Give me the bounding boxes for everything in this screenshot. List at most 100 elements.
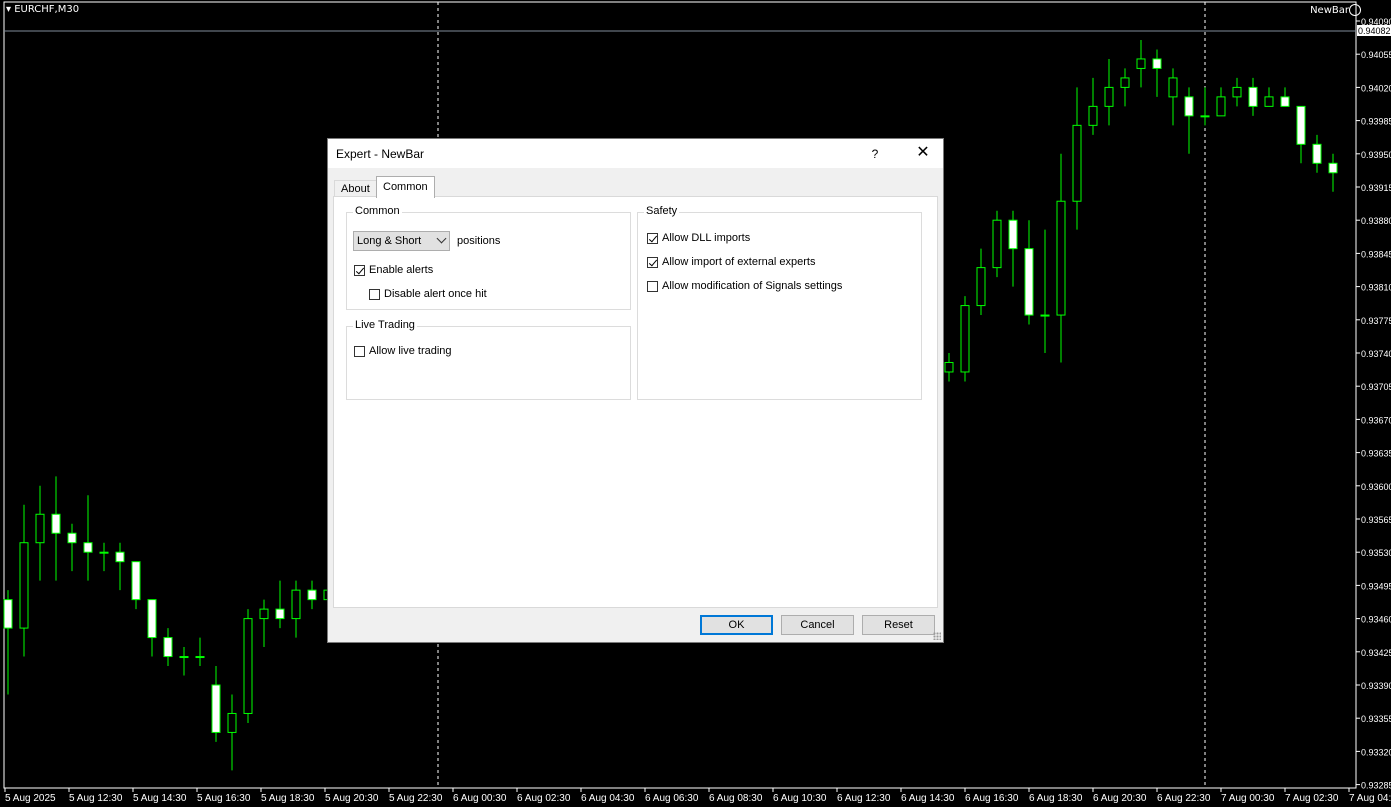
time-label: 5 Aug 14:30 (133, 793, 187, 804)
allow-live-trading-label[interactable]: Allow live trading (369, 345, 452, 357)
time-label: 5 Aug 22:30 (389, 793, 443, 804)
candle-body (1008, 219, 1018, 250)
resize-grip-icon[interactable] (933, 632, 941, 640)
candle-body (275, 608, 285, 620)
symbol-label[interactable]: ▾ EURCHF,M30 (6, 4, 79, 15)
candle-body (1184, 96, 1194, 117)
help-button[interactable]: ? (865, 145, 885, 163)
positions-label: positions (457, 235, 501, 247)
candle-body (1152, 58, 1162, 69)
time-label: 6 Aug 18:30 (1029, 793, 1083, 804)
time-label: 7 Aug 04:30 (1349, 793, 1391, 804)
time-label: 5 Aug 20:30 (325, 793, 379, 804)
price-label: 0.93915 (1361, 183, 1391, 193)
group-live-trading-title: Live Trading (353, 319, 417, 331)
close-button[interactable]: ✕ (913, 143, 933, 163)
candle-body (1168, 77, 1178, 98)
price-label: 0.93285 (1361, 781, 1391, 791)
price-label: 0.93320 (1361, 747, 1391, 757)
candle-body (163, 637, 173, 658)
price-label: 0.93425 (1361, 648, 1391, 658)
expert-status-icon[interactable] (1349, 4, 1361, 16)
candle-body (131, 561, 141, 601)
candle-body (1024, 248, 1034, 316)
candle-body (307, 589, 317, 601)
time-label: 6 Aug 10:30 (773, 793, 827, 804)
group-common: Common Long & Short positions Enable ale… (346, 205, 631, 310)
candle-body (1296, 105, 1306, 145)
tab-panel-common: Common Long & Short positions Enable ale… (333, 196, 938, 608)
current-price-label: 0.94082 (1358, 26, 1391, 36)
allow-import-label[interactable]: Allow import of external experts (662, 256, 815, 268)
candle-body (1136, 58, 1146, 69)
price-label: 0.93565 (1361, 515, 1391, 525)
check-icon (648, 257, 658, 267)
allow-dll-checkbox[interactable] (647, 233, 658, 244)
check-icon (355, 265, 365, 275)
time-label: 5 Aug 16:30 (197, 793, 251, 804)
candle-body (179, 656, 189, 659)
price-label: 0.93880 (1361, 216, 1391, 226)
price-label: 0.94020 (1361, 83, 1391, 93)
allow-import-checkbox[interactable] (647, 257, 658, 268)
dialog-titlebar[interactable]: Expert - NewBar ? ✕ (328, 139, 943, 168)
disable-alert-label[interactable]: Disable alert once hit (384, 288, 487, 300)
time-label: 7 Aug 02:30 (1285, 793, 1339, 804)
reset-button[interactable]: Reset (862, 615, 935, 635)
disable-alert-checkbox[interactable] (369, 289, 380, 300)
candle-body (1264, 96, 1274, 107)
enable-alerts-label[interactable]: Enable alerts (369, 264, 433, 276)
price-label: 0.93670 (1361, 415, 1391, 425)
candle-body (227, 712, 237, 733)
candle-body (115, 551, 125, 563)
dialog-title: Expert - NewBar (336, 147, 425, 161)
candle-body (960, 305, 970, 373)
allow-signals-checkbox[interactable] (647, 281, 658, 292)
enable-alerts-checkbox[interactable] (354, 265, 365, 276)
group-safety: Safety Allow DLL imports Allow import of… (637, 205, 922, 400)
positions-select[interactable]: Long & Short (353, 231, 450, 251)
time-label: 6 Aug 20:30 (1093, 793, 1147, 804)
candle-body (1232, 86, 1242, 98)
allow-signals-label[interactable]: Allow modification of Signals settings (662, 280, 842, 292)
price-label: 0.93495 (1361, 581, 1391, 591)
check-icon (648, 233, 658, 243)
time-label: 6 Aug 00:30 (453, 793, 507, 804)
time-label: 6 Aug 16:30 (965, 793, 1019, 804)
candle-body (1280, 96, 1290, 107)
group-common-title: Common (353, 205, 402, 217)
time-label: 6 Aug 08:30 (709, 793, 763, 804)
candle-body (3, 599, 13, 629)
group-live-trading: Live Trading Allow live trading (346, 319, 631, 400)
tab-common[interactable]: Common (376, 176, 435, 198)
allow-dll-label[interactable]: Allow DLL imports (662, 232, 750, 244)
candle-body (195, 656, 205, 659)
candle-body (1216, 96, 1226, 117)
cancel-button[interactable]: Cancel (781, 615, 854, 635)
price-label: 0.93635 (1361, 449, 1391, 459)
time-label: 6 Aug 02:30 (517, 793, 571, 804)
time-label: 7 Aug 00:30 (1221, 793, 1275, 804)
candle-body (1120, 77, 1130, 88)
candle-body (259, 608, 269, 620)
ok-button[interactable]: OK (700, 615, 773, 635)
time-label: 5 Aug 18:30 (261, 793, 315, 804)
time-label: 5 Aug 2025 (5, 793, 56, 804)
time-label: 6 Aug 04:30 (581, 793, 635, 804)
price-label: 0.93390 (1361, 681, 1391, 691)
allow-live-trading-checkbox[interactable] (354, 346, 365, 357)
expert-dialog: Expert - NewBar ? ✕ About Common Common … (327, 138, 944, 643)
expert-name-label[interactable]: NewBar (1310, 5, 1349, 16)
price-label: 0.93810 (1361, 283, 1391, 293)
price-label: 0.93775 (1361, 316, 1391, 326)
candle-body (51, 513, 61, 534)
candle-body (944, 361, 954, 373)
time-label: 5 Aug 12:30 (69, 793, 123, 804)
candle-body (99, 551, 109, 554)
price-label: 0.93355 (1361, 714, 1391, 724)
price-label: 0.93530 (1361, 548, 1391, 558)
candle-body (243, 618, 253, 714)
candle-body (992, 219, 1002, 269)
candle-body (147, 599, 157, 639)
candle-body (1088, 105, 1098, 126)
